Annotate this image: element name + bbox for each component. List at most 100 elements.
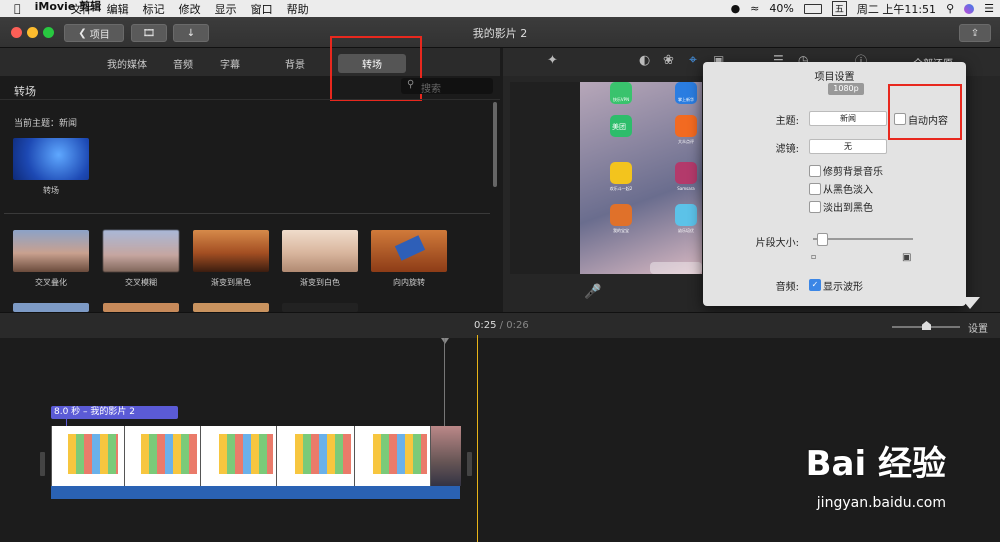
app-label-3: 大众点评 xyxy=(678,139,694,144)
transition-next-row-0[interactable] xyxy=(13,303,89,312)
app-label-0: 快乐VPN xyxy=(612,97,630,102)
menu-help[interactable]: 帮助 xyxy=(287,1,309,17)
fade-out-black-checkbox[interactable] xyxy=(809,201,821,213)
resolution-badge: 1080p xyxy=(828,83,864,95)
menu-view[interactable]: 显示 xyxy=(215,1,237,17)
popover-arrow xyxy=(960,297,980,309)
theme-select[interactable]: 新闻 xyxy=(809,111,887,126)
clip-frame-5[interactable] xyxy=(430,426,461,486)
battery-percent[interactable]: 40% xyxy=(769,2,793,15)
transition-label-4: 向内旋转 xyxy=(393,278,425,287)
app-icon-2: 美团 xyxy=(610,115,632,137)
menu-edit[interactable]: 编辑 xyxy=(107,1,129,17)
frame-content-1 xyxy=(141,434,197,474)
frame-content-4 xyxy=(373,434,427,474)
time-separator: / xyxy=(499,320,504,331)
zoom-slider-knob[interactable] xyxy=(922,321,931,330)
transition-label-2: 渐变到黑色 xyxy=(211,278,251,287)
section-divider xyxy=(4,213,490,214)
dock xyxy=(650,262,702,274)
fade-in-black-checkbox[interactable] xyxy=(809,183,821,195)
app-icon-7 xyxy=(675,204,697,226)
clock[interactable]: 周二 上午11:51 xyxy=(857,1,936,17)
transition-next-row-3[interactable] xyxy=(282,303,358,312)
clip-frame-3[interactable] xyxy=(276,426,355,486)
playhead[interactable] xyxy=(477,335,478,542)
video-frame-phone-screen: 快乐VPN 掌上新华 美团 大众点评 欢乐斗一起2 Samsara 我的宝宝 幼… xyxy=(580,82,702,274)
app-label-1: 掌上新华 xyxy=(678,97,694,102)
tab-backgrounds[interactable]: 背景 xyxy=(285,56,305,71)
menu-mark[interactable]: 标记 xyxy=(143,1,165,17)
fade-in-black-label: 从黑色淡入 xyxy=(823,185,873,196)
app-label-4: 欢乐斗一起2 xyxy=(609,186,633,191)
clip-size-label: 片段大小: xyxy=(755,238,799,249)
spotlight-icon[interactable]: ⚲ xyxy=(946,2,954,15)
popover-title: 项目设置 xyxy=(814,72,855,83)
search-field[interactable]: ⚲ 搜索 xyxy=(401,78,493,95)
current-theme-label: 当前主题：新闻 xyxy=(14,119,78,129)
clip-frame-2[interactable] xyxy=(200,426,277,486)
timeline-start-handle[interactable] xyxy=(40,452,45,476)
theme-label: 主题: xyxy=(775,116,799,127)
timecode: 0:25 / 0:26 xyxy=(474,320,529,331)
trim-music-label: 修剪背景音乐 xyxy=(823,167,883,178)
battery-icon[interactable] xyxy=(803,3,822,14)
color-balance-icon[interactable]: ◐ xyxy=(639,53,650,68)
transition-label-0: 交叉叠化 xyxy=(35,278,67,287)
tab-titles[interactable]: 字幕 xyxy=(220,56,240,71)
transition-cross-blur[interactable] xyxy=(103,230,179,272)
qq-icon[interactable]: ● xyxy=(731,2,741,15)
tab-audio[interactable]: 音频 xyxy=(173,56,193,71)
app-icon-3 xyxy=(675,115,697,137)
timeline-end-handle[interactable] xyxy=(467,452,472,476)
clip-frame-0[interactable] xyxy=(51,426,125,486)
highlight-box-auto-content xyxy=(888,84,962,140)
clip-frame-4[interactable] xyxy=(354,426,431,486)
timeline-control-bar: 0:25 / 0:26 设置 xyxy=(0,312,1000,339)
fade-out-black-label: 淡出到黑色 xyxy=(823,203,873,214)
large-clip-icon: ▣ xyxy=(902,252,912,263)
crop-icon[interactable]: ⌖ xyxy=(689,52,697,68)
spin-in-card xyxy=(394,235,426,261)
menu-file[interactable]: 文件 xyxy=(71,1,93,17)
trim-music-checkbox[interactable] xyxy=(809,165,821,177)
transition-spin-in[interactable] xyxy=(371,230,447,272)
share-button[interactable]: ⇪ xyxy=(959,24,991,42)
check-icon: ✓ xyxy=(811,280,819,289)
clip-size-slider-knob[interactable] xyxy=(817,233,828,246)
input-method-icon[interactable]: 五 xyxy=(831,1,847,16)
menu-modify[interactable]: 修改 xyxy=(179,1,201,17)
app-label-6: 我的宝宝 xyxy=(613,228,629,233)
theme-transition-label: 转场 xyxy=(43,186,59,195)
clip-title-bar[interactable]: 8.0 秒 – 我的影片 2 xyxy=(51,406,178,419)
siri-icon[interactable] xyxy=(964,3,975,14)
skimmer-head xyxy=(441,338,449,344)
clip-frame-1[interactable] xyxy=(124,426,201,486)
microphone-icon[interactable]: 🎤 xyxy=(584,284,601,300)
baidu-watermark-url: jingyan.baidu.com xyxy=(816,495,946,511)
wifi-icon[interactable]: ≈ xyxy=(750,2,759,15)
clip-size-slider-track[interactable] xyxy=(813,238,913,240)
color-palette-icon[interactable]: ❀ xyxy=(663,53,674,68)
transition-cross-dissolve[interactable] xyxy=(13,230,89,272)
filter-select[interactable]: 无 xyxy=(809,139,887,154)
transition-fade-to-white[interactable] xyxy=(282,230,358,272)
settings-button[interactable]: 设置 xyxy=(968,320,988,335)
menu-window[interactable]: 窗口 xyxy=(251,1,273,17)
transition-next-row-1[interactable] xyxy=(103,303,179,312)
share-icon: ⇪ xyxy=(970,27,980,39)
clip-audio-strip[interactable] xyxy=(51,486,460,499)
magic-wand-icon[interactable]: ✦ xyxy=(547,53,558,68)
app-icon-4 xyxy=(610,162,632,184)
transition-next-row-2[interactable] xyxy=(193,303,269,312)
library-scrollbar[interactable] xyxy=(493,102,497,187)
app-label-7: 幼乐培优 xyxy=(678,228,694,233)
apple-menu-icon[interactable]:  xyxy=(14,2,21,15)
tab-my-media[interactable]: 我的媒体 xyxy=(107,56,147,71)
app-2-glyph: 美团 xyxy=(612,123,626,131)
theme-transition-thumbnail[interactable] xyxy=(13,138,89,180)
transition-fade-to-black[interactable] xyxy=(193,230,269,272)
audio-label: 音频: xyxy=(775,282,799,293)
notification-center-icon[interactable]: ☰ xyxy=(984,2,994,15)
show-waveforms-checkbox[interactable]: ✓ xyxy=(809,279,821,291)
